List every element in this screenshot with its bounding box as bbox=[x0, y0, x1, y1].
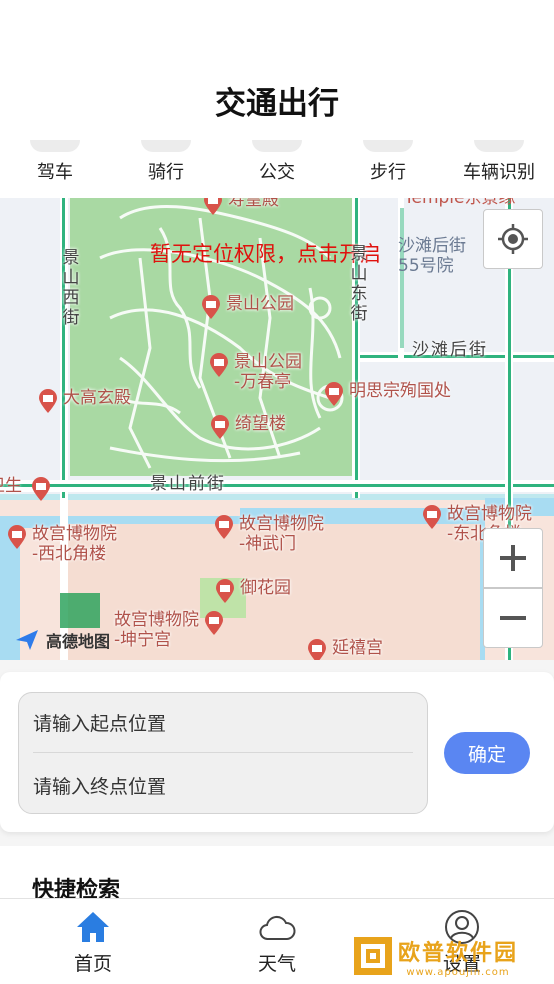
amap-logo: 高德地图 bbox=[14, 628, 110, 652]
tab-walk[interactable]: 步行 bbox=[333, 140, 443, 198]
poi-pin-icon bbox=[306, 638, 328, 660]
poi-pin-icon bbox=[200, 294, 222, 320]
amap-logo-text: 高德地图 bbox=[46, 632, 111, 651]
app-screen: 交通出行 驾车 骑行 公交 步行 车辆识别 暂无定位权限，点击开启 沙滩后街 5… bbox=[0, 0, 554, 984]
tab-ride-label: 骑行 bbox=[148, 162, 184, 183]
poi-name: 景山公园 -万春亭 bbox=[234, 352, 302, 392]
minus-icon bbox=[500, 616, 526, 620]
tab-ride[interactable]: 骑行 bbox=[111, 140, 221, 198]
tab-walk-label: 步行 bbox=[370, 162, 406, 183]
poi-name: 明思宗殉国处 bbox=[349, 381, 451, 401]
poi-yanxi-palace[interactable]: 延禧宫 bbox=[306, 638, 383, 660]
home-icon bbox=[77, 912, 109, 942]
poi-name: 绮望楼 bbox=[235, 414, 286, 434]
street-jingshan-east: 景山东街 bbox=[350, 244, 368, 324]
poi-qiwang-tower[interactable]: 绮望楼 bbox=[209, 414, 286, 440]
poi-jingshan-park[interactable]: 景山公园 bbox=[200, 294, 294, 320]
poi-pin-icon bbox=[214, 578, 236, 604]
poi-dagaoxuan-hall[interactable]: 大高玄殿 bbox=[37, 388, 131, 414]
watermark-url: www.apoujin.com bbox=[406, 966, 510, 978]
poi-pin-icon bbox=[30, 476, 52, 502]
zoom-out-button[interactable] bbox=[483, 588, 543, 648]
tab-vehicle-recognition-label: 车辆识别 bbox=[463, 162, 535, 183]
poi-name: 卫生 bbox=[0, 476, 22, 496]
poi-pin-icon bbox=[202, 198, 224, 216]
poi-name: 御花园 bbox=[240, 578, 291, 598]
tab-drive[interactable]: 驾车 bbox=[0, 140, 110, 198]
place-temple: Temple东景缘 bbox=[404, 198, 516, 208]
zoom-in-button[interactable] bbox=[483, 528, 543, 588]
tab-vehicle-recognition[interactable]: 车辆识别 bbox=[444, 140, 554, 198]
watermark-title: 欧普软件园 bbox=[398, 940, 519, 966]
poi-pin-icon bbox=[37, 388, 59, 414]
watermark: 欧普软件园 www.apoujin.com bbox=[352, 932, 548, 980]
poi-palace-northwest-tower[interactable]: 故宫博物院 -西北角楼 bbox=[6, 524, 117, 564]
travel-mode-tabs: 驾车 骑行 公交 步行 车辆识别 bbox=[0, 140, 554, 198]
tab-bus-label: 公交 bbox=[259, 162, 295, 183]
tab-drive-label: 驾车 bbox=[37, 162, 73, 183]
start-location-input[interactable]: 请输入起点位置 bbox=[33, 693, 413, 753]
locate-button[interactable] bbox=[483, 209, 543, 269]
tabbar-home[interactable]: 首页 bbox=[28, 899, 158, 984]
poi-pin-icon bbox=[209, 414, 231, 440]
poi-name: 故宫博物院 -西北角楼 bbox=[32, 524, 117, 564]
poi-pin-icon bbox=[421, 504, 443, 530]
poi-pin-icon bbox=[208, 352, 230, 378]
location-permission-tip[interactable]: 暂无定位权限，点击开启 bbox=[150, 238, 381, 268]
tabbar-weather-label: 天气 bbox=[257, 953, 296, 975]
map-view[interactable]: 暂无定位权限，点击开启 沙滩后街 55号院 Temple东景缘 景山西街 景山东… bbox=[0, 198, 554, 660]
navigation-arrow-icon bbox=[16, 630, 38, 650]
tab-bus[interactable]: 公交 bbox=[222, 140, 332, 198]
street-jingshan-west: 景山西街 bbox=[62, 248, 80, 328]
poi-weisheng[interactable]: 卫生 bbox=[0, 476, 52, 502]
tabbar-home-label: 首页 bbox=[73, 953, 112, 975]
poi-palace-shenwu-gate[interactable]: 故宫博物院 -神武门 bbox=[213, 514, 324, 554]
poi-pin-icon bbox=[203, 610, 225, 636]
poi-mingsizong-memorial[interactable]: 明思宗殉国处 bbox=[323, 381, 451, 407]
plus-icon bbox=[500, 545, 526, 571]
street-shatan-back: 沙滩后街 bbox=[412, 340, 488, 360]
poi-imperial-garden[interactable]: 御花园 bbox=[214, 578, 291, 604]
crosshair-icon bbox=[498, 224, 528, 254]
tabbar-weather[interactable]: 天气 bbox=[212, 899, 342, 984]
header: 交通出行 bbox=[0, 0, 554, 140]
poi-name: 故宫博物院 -神武门 bbox=[239, 514, 324, 554]
poi-name: 大高玄殿 bbox=[63, 388, 131, 408]
poi-name: 寿皇殿 bbox=[228, 198, 279, 210]
route-inputs: 请输入起点位置 请输入终点位置 bbox=[18, 692, 428, 814]
place-shatan-55: 沙滩后街 55号院 bbox=[398, 236, 466, 276]
poi-pin-icon bbox=[6, 524, 28, 550]
quick-search-section: 快捷检索 bbox=[0, 846, 554, 903]
confirm-button[interactable]: 确定 bbox=[444, 732, 530, 774]
watermark-logo-icon bbox=[352, 935, 394, 977]
poi-pin-icon bbox=[213, 514, 235, 540]
poi-palace-kunning[interactable]: 故宫博物院 -坤宁宫 bbox=[114, 610, 225, 650]
page-title: 交通出行 bbox=[215, 86, 339, 122]
poi-pin-icon bbox=[323, 381, 345, 407]
route-search-card: 请输入起点位置 请输入终点位置 确定 bbox=[0, 672, 554, 832]
watermark-text: 欧普软件园 www.apoujin.com bbox=[398, 935, 518, 978]
poi-name: 延禧宫 bbox=[332, 638, 383, 658]
street-jingshan-front: 景山前街 bbox=[150, 474, 226, 494]
poi-wanchun-pavilion[interactable]: 景山公园 -万春亭 bbox=[208, 352, 302, 392]
poi-shouhuang-hall[interactable]: 寿皇殿 bbox=[202, 198, 279, 216]
poi-name: 景山公园 bbox=[226, 294, 294, 314]
end-location-input[interactable]: 请输入终点位置 bbox=[33, 755, 413, 815]
cloud-icon bbox=[259, 915, 296, 940]
poi-name: 故宫博物院 -坤宁宫 bbox=[114, 610, 199, 650]
